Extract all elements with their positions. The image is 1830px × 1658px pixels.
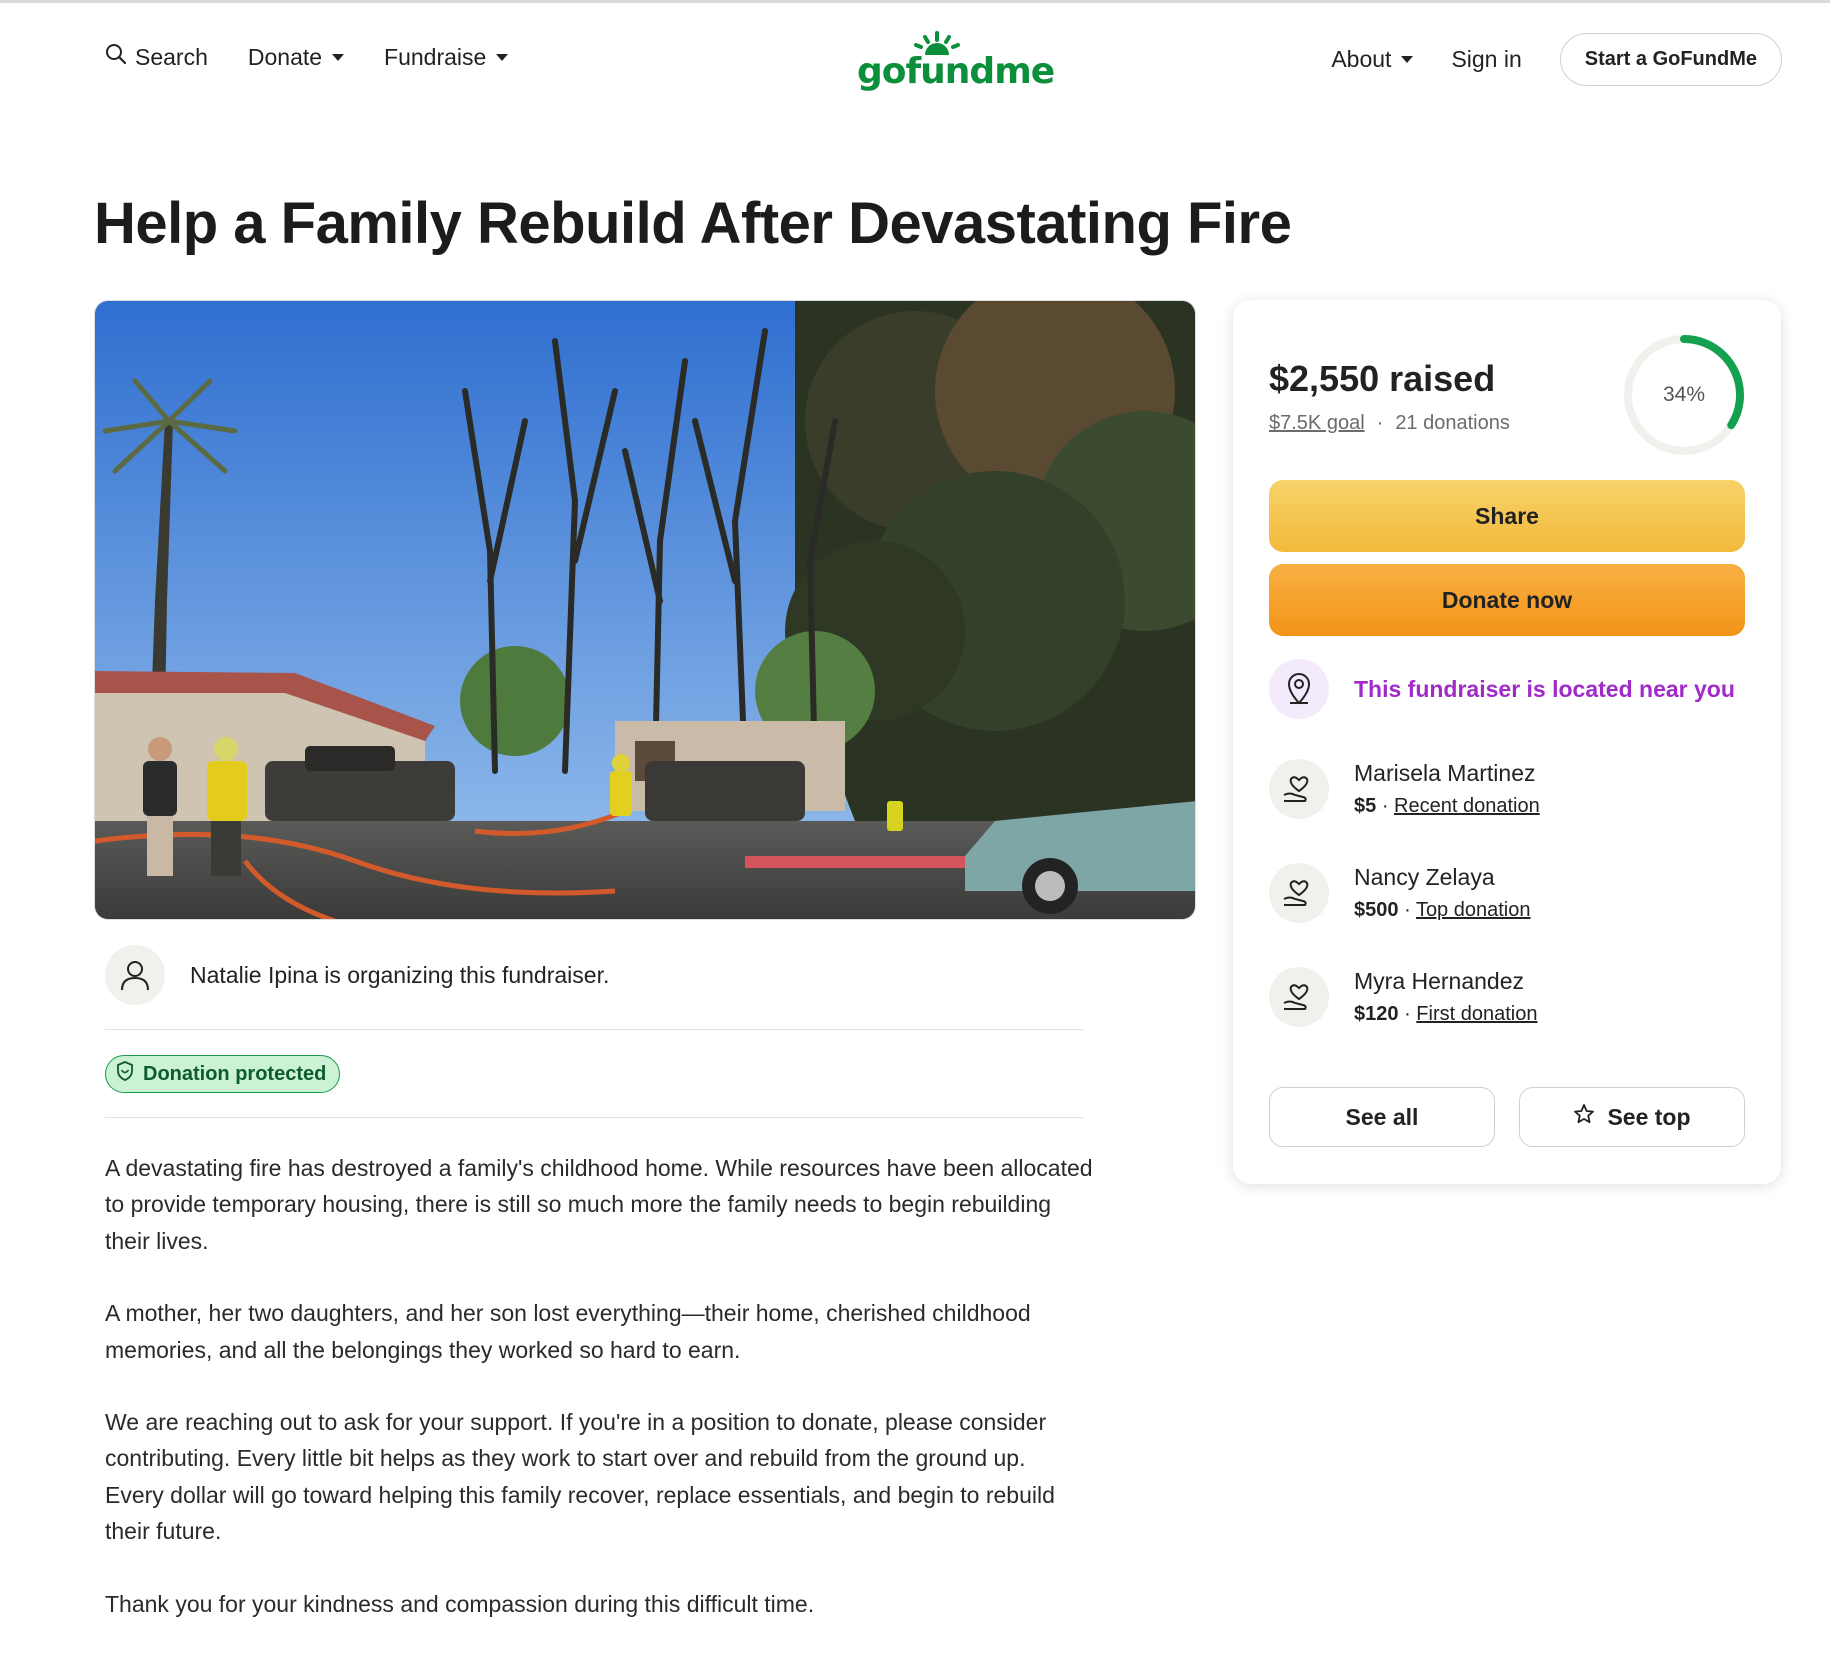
donation-protected-label: Donation protected: [143, 1062, 327, 1085]
see-top-button[interactable]: See top: [1519, 1087, 1745, 1147]
heart-hand-icon: [1269, 863, 1329, 923]
separator-dot: ·: [1376, 412, 1384, 434]
amount-raised: $2,550 raised: [1269, 358, 1496, 399]
story-paragraph: A mother, her two daughters, and her son…: [105, 1300, 1031, 1363]
shield-icon: [116, 1061, 134, 1087]
story-paragraph: A devastating fire has destroyed a famil…: [105, 1155, 1093, 1254]
donation-tag-link[interactable]: Recent donation: [1394, 795, 1540, 817]
primary-nav: Search Donate Fundraise: [105, 43, 509, 71]
donate-menu[interactable]: Donate: [247, 43, 345, 71]
story-paragraph: Thank you for your kindness and compassi…: [105, 1590, 815, 1617]
start-gofundme-button[interactable]: Start a GoFundMe: [1559, 33, 1782, 86]
campaign-photo[interactable]: [94, 300, 1196, 920]
search-link[interactable]: Search: [105, 43, 208, 71]
protection-row: Donation protected: [105, 1030, 1083, 1118]
donate-menu-label: Donate: [247, 43, 323, 70]
chevron-down-icon: [332, 53, 345, 61]
page-title: Help a Family Rebuild After Devastating …: [94, 191, 1292, 256]
chevron-down-icon: [1401, 56, 1414, 63]
separator-dot: ·: [1404, 1003, 1411, 1025]
fundraise-menu-label: Fundraise: [384, 43, 487, 70]
chevron-down-icon: [496, 53, 509, 61]
location-notice: This fundraiser is located near you: [1269, 659, 1735, 719]
logo-wordmark: gofundme: [857, 51, 1055, 92]
see-all-label: See all: [1345, 1103, 1419, 1130]
story-paragraph: We are reaching out to ask for your supp…: [105, 1409, 1047, 1472]
donor-meta: $120 · First donation: [1354, 1003, 1537, 1026]
gofundme-logo[interactable]: gofundme: [855, 31, 1055, 92]
donate-now-button[interactable]: Donate now: [1269, 564, 1745, 636]
donor-amount: $5: [1354, 795, 1377, 817]
donor-name: Myra Hernandez: [1354, 968, 1525, 994]
donation-tag-link[interactable]: First donation: [1416, 1003, 1537, 1025]
secondary-nav: About Sign in Start a GoFundMe: [1331, 33, 1782, 86]
location-notice-text: This fundraiser is located near you: [1354, 675, 1735, 702]
donor-amount: $500: [1354, 899, 1399, 921]
donor-meta: $5 · Recent donation: [1354, 795, 1540, 818]
donation-count: 21 donations: [1395, 412, 1510, 434]
about-menu[interactable]: About: [1331, 46, 1414, 73]
see-top-label: See top: [1607, 1103, 1691, 1130]
organizer-text: Natalie Ipina is organizing this fundrai…: [190, 962, 610, 988]
location-pin-icon: [1269, 659, 1329, 719]
donor-meta: $500 · Top donation: [1354, 899, 1530, 922]
person-icon: [105, 945, 165, 1005]
donor-item: Myra Hernandez $120 · First donation: [1269, 967, 1537, 1027]
search-icon: [105, 43, 127, 71]
story-paragraph: Every dollar will go toward helping this…: [105, 1481, 1055, 1545]
about-menu-label: About: [1331, 46, 1392, 72]
separator-dot: ·: [1381, 795, 1389, 817]
donation-tag-link[interactable]: Top donation: [1416, 899, 1531, 921]
donor-name: Marisela Martinez: [1354, 760, 1536, 786]
donation-card: $2,550 raised $7.5K goal · 21 donations …: [1233, 300, 1781, 1184]
donor-item: Marisela Martinez $5 · Recent donation: [1269, 759, 1540, 819]
donor-name: Nancy Zelaya: [1354, 864, 1495, 890]
progress-percent: 34%: [1662, 383, 1706, 406]
goal-link[interactable]: $7.5K goal: [1269, 412, 1365, 435]
separator-dot: ·: [1404, 899, 1411, 921]
goal-summary: $7.5K goal · 21 donations: [1269, 412, 1510, 435]
see-all-button[interactable]: See all: [1269, 1087, 1495, 1147]
share-button[interactable]: Share: [1269, 480, 1745, 552]
campaign-story: A devastating fire has destroyed a famil…: [105, 1150, 1095, 1658]
search-label: Search: [135, 43, 208, 70]
donor-item: Nancy Zelaya $500 · Top donation: [1269, 863, 1530, 923]
organizer-row: Natalie Ipina is organizing this fundrai…: [105, 945, 1083, 1030]
site-header: Search Donate Fundraise gofundme About S…: [0, 3, 1830, 113]
heart-hand-icon: [1269, 759, 1329, 819]
donor-amount: $120: [1354, 1003, 1399, 1025]
donation-protected-badge[interactable]: Donation protected: [105, 1055, 341, 1093]
fundraise-menu[interactable]: Fundraise: [384, 43, 509, 71]
sign-in-label: Sign in: [1451, 46, 1522, 72]
heart-hand-icon: [1269, 967, 1329, 1027]
sign-in-link[interactable]: Sign in: [1451, 46, 1521, 73]
star-icon: [1573, 1103, 1595, 1131]
